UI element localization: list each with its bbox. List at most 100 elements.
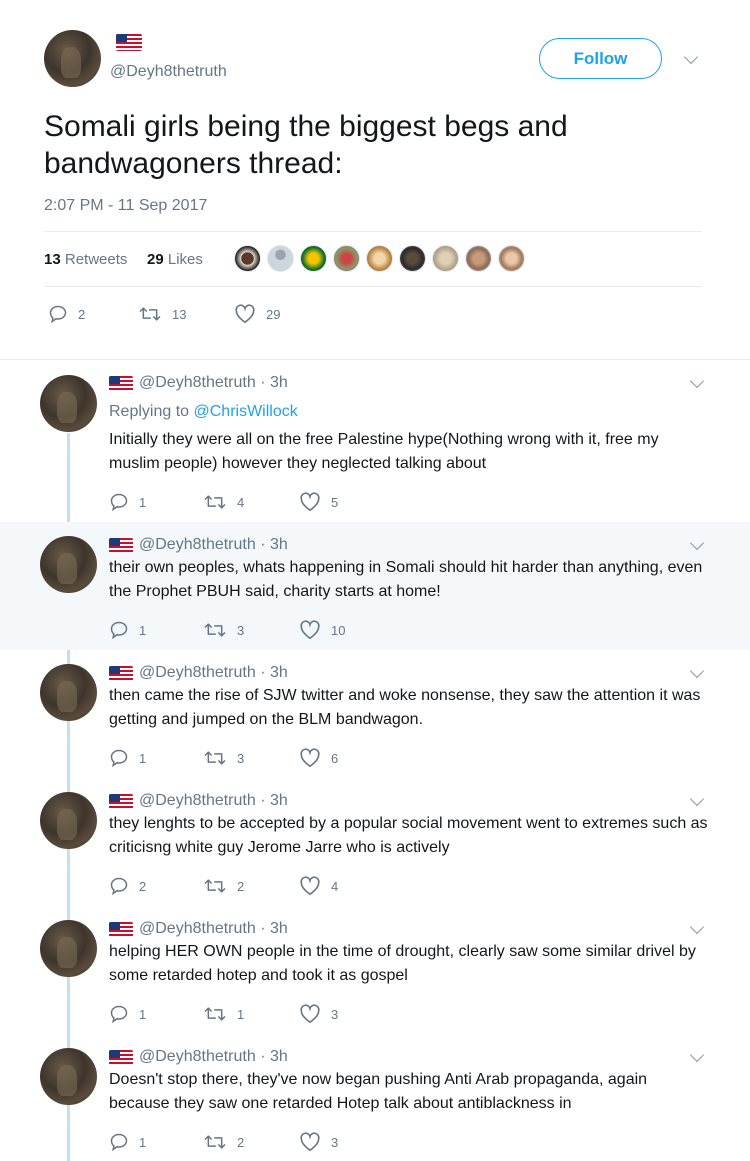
liker-avatar[interactable] — [366, 245, 393, 272]
reply-time[interactable]: 3h — [270, 792, 288, 810]
user-handle[interactable]: @Deyh8thetruth — [139, 664, 256, 682]
avatar[interactable] — [40, 664, 97, 721]
tweet-actions: 1 3 6 — [109, 746, 409, 770]
heart-icon — [300, 492, 320, 512]
heart-icon — [300, 748, 320, 768]
liker-avatar[interactable] — [432, 245, 459, 272]
retweet-button[interactable]: 3 — [203, 620, 244, 640]
avatar[interactable] — [44, 30, 101, 87]
retweet-icon — [204, 1007, 226, 1021]
retweet-button[interactable]: 2 — [203, 876, 244, 896]
reply-tweet[interactable]: @Deyh8thetruth · 3h Replying to @ChrisWi… — [0, 360, 750, 522]
reply-tweet[interactable]: @Deyh8thetruth · 3h their own peoples, w… — [0, 522, 750, 650]
us-flag-icon — [109, 665, 133, 681]
user-handle[interactable]: @Deyh8thetruth — [110, 63, 227, 81]
retweet-button[interactable]: 1 — [203, 1004, 244, 1024]
user-handle[interactable]: @Deyh8thetruth — [139, 374, 256, 392]
reply-count: 2 — [78, 306, 86, 322]
chevron-down-icon[interactable] — [689, 663, 705, 679]
chevron-down-icon[interactable] — [689, 373, 705, 389]
likes-stat[interactable]: 29 Likes — [147, 251, 203, 268]
reply-button[interactable]: 1 — [109, 1004, 146, 1024]
heart-icon — [300, 620, 320, 640]
reply-header: @Deyh8thetruth · 3h — [109, 374, 288, 392]
avatar[interactable] — [40, 920, 97, 977]
reply-time[interactable]: 3h — [270, 920, 288, 938]
liker-avatar[interactable] — [333, 245, 360, 272]
like-button[interactable]: 6 — [299, 748, 338, 768]
retweet-count: 13 — [172, 306, 187, 322]
like-button[interactable]: 3 — [299, 1004, 338, 1024]
reply-tweet[interactable]: @Deyh8thetruth · 3h helping HER OWN peop… — [0, 906, 750, 1034]
user-handle[interactable]: @Deyh8thetruth — [139, 920, 256, 938]
avatar[interactable] — [40, 792, 97, 849]
reply-time[interactable]: 3h — [270, 664, 288, 682]
like-button[interactable]: 5 — [299, 492, 338, 512]
reply-count: 1 — [139, 1006, 147, 1022]
like-button[interactable]: 29 — [234, 304, 280, 324]
liker-avatar[interactable] — [465, 245, 492, 272]
tweet-timestamp[interactable]: 2:07 PM - 11 Sep 2017 — [44, 197, 207, 215]
user-handle[interactable]: @Deyh8thetruth — [139, 1048, 256, 1066]
chevron-down-icon[interactable] — [689, 791, 705, 807]
liker-avatar[interactable] — [399, 245, 426, 272]
reply-button[interactable]: 1 — [109, 748, 146, 768]
retweet-button[interactable]: 4 — [203, 492, 244, 512]
separator-dot: · — [255, 664, 270, 681]
separator-dot: · — [255, 1048, 270, 1065]
avatar[interactable] — [40, 536, 97, 593]
reply-icon — [110, 493, 128, 512]
reply-button[interactable]: 1 — [109, 620, 146, 640]
tweet-actions: 2 13 29 — [44, 300, 444, 330]
reply-icon — [110, 1133, 128, 1152]
chevron-down-icon[interactable] — [689, 919, 705, 935]
reply-tweet[interactable]: @Deyh8thetruth · 3h they lenghts to be a… — [0, 778, 750, 906]
user-handle[interactable]: @Deyh8thetruth — [139, 536, 256, 554]
mention-link[interactable]: @ChrisWillock — [194, 403, 298, 420]
like-count: 3 — [331, 1134, 339, 1150]
reply-button[interactable]: 2 — [109, 876, 146, 896]
reply-count: 1 — [139, 750, 147, 766]
us-flag-icon — [109, 793, 133, 809]
reply-icon — [110, 749, 128, 768]
like-button[interactable]: 4 — [299, 876, 338, 896]
engagement-stats: 13 Retweets 29 Likes — [44, 231, 702, 287]
retweet-button[interactable]: 13 — [138, 304, 186, 324]
tweet-text: they lenghts to be accepted by a popular… — [109, 815, 708, 856]
reply-tweet[interactable]: @Deyh8thetruth · 3h Doesn't stop there, … — [0, 1034, 750, 1161]
like-count: 6 — [331, 750, 339, 766]
chevron-down-icon[interactable] — [689, 535, 705, 551]
retweet-button[interactable]: 2 — [203, 1132, 244, 1152]
liker-avatar[interactable] — [498, 245, 525, 272]
chevron-down-icon[interactable] — [683, 49, 699, 65]
avatar[interactable] — [40, 1048, 97, 1105]
reply-header: @Deyh8thetruth · 3h — [109, 664, 288, 682]
chevron-down-icon[interactable] — [689, 1047, 705, 1063]
reply-tweet[interactable]: @Deyh8thetruth · 3h then came the rise o… — [0, 650, 750, 778]
reply-header: @Deyh8thetruth · 3h — [109, 792, 288, 810]
tweet-text: Initially they were all on the free Pale… — [109, 431, 659, 472]
follow-button[interactable]: Follow — [539, 38, 662, 79]
retweet-count: 3 — [237, 622, 245, 638]
us-flag-icon — [116, 34, 142, 51]
liker-avatar[interactable] — [234, 245, 261, 272]
separator-dot: · — [255, 374, 270, 391]
liker-avatar[interactable] — [300, 245, 327, 272]
liker-avatar[interactable] — [267, 245, 294, 272]
like-button[interactable]: 10 — [299, 620, 345, 640]
user-handle[interactable]: @Deyh8thetruth — [139, 792, 256, 810]
reply-button[interactable]: 1 — [109, 1132, 146, 1152]
us-flag-icon — [109, 537, 133, 553]
reply-time[interactable]: 3h — [270, 1048, 288, 1066]
reply-button[interactable]: 1 — [109, 492, 146, 512]
retweet-button[interactable]: 3 — [203, 748, 244, 768]
reply-time[interactable]: 3h — [270, 374, 288, 392]
retweets-stat[interactable]: 13 Retweets — [44, 251, 127, 268]
reply-button[interactable]: 2 — [48, 304, 85, 324]
reply-time[interactable]: 3h — [270, 536, 288, 554]
reply-count: 1 — [139, 622, 147, 638]
heart-icon — [235, 304, 255, 324]
avatar[interactable] — [40, 375, 97, 432]
like-button[interactable]: 3 — [299, 1132, 338, 1152]
tweet-actions: 1 3 10 — [109, 618, 409, 642]
